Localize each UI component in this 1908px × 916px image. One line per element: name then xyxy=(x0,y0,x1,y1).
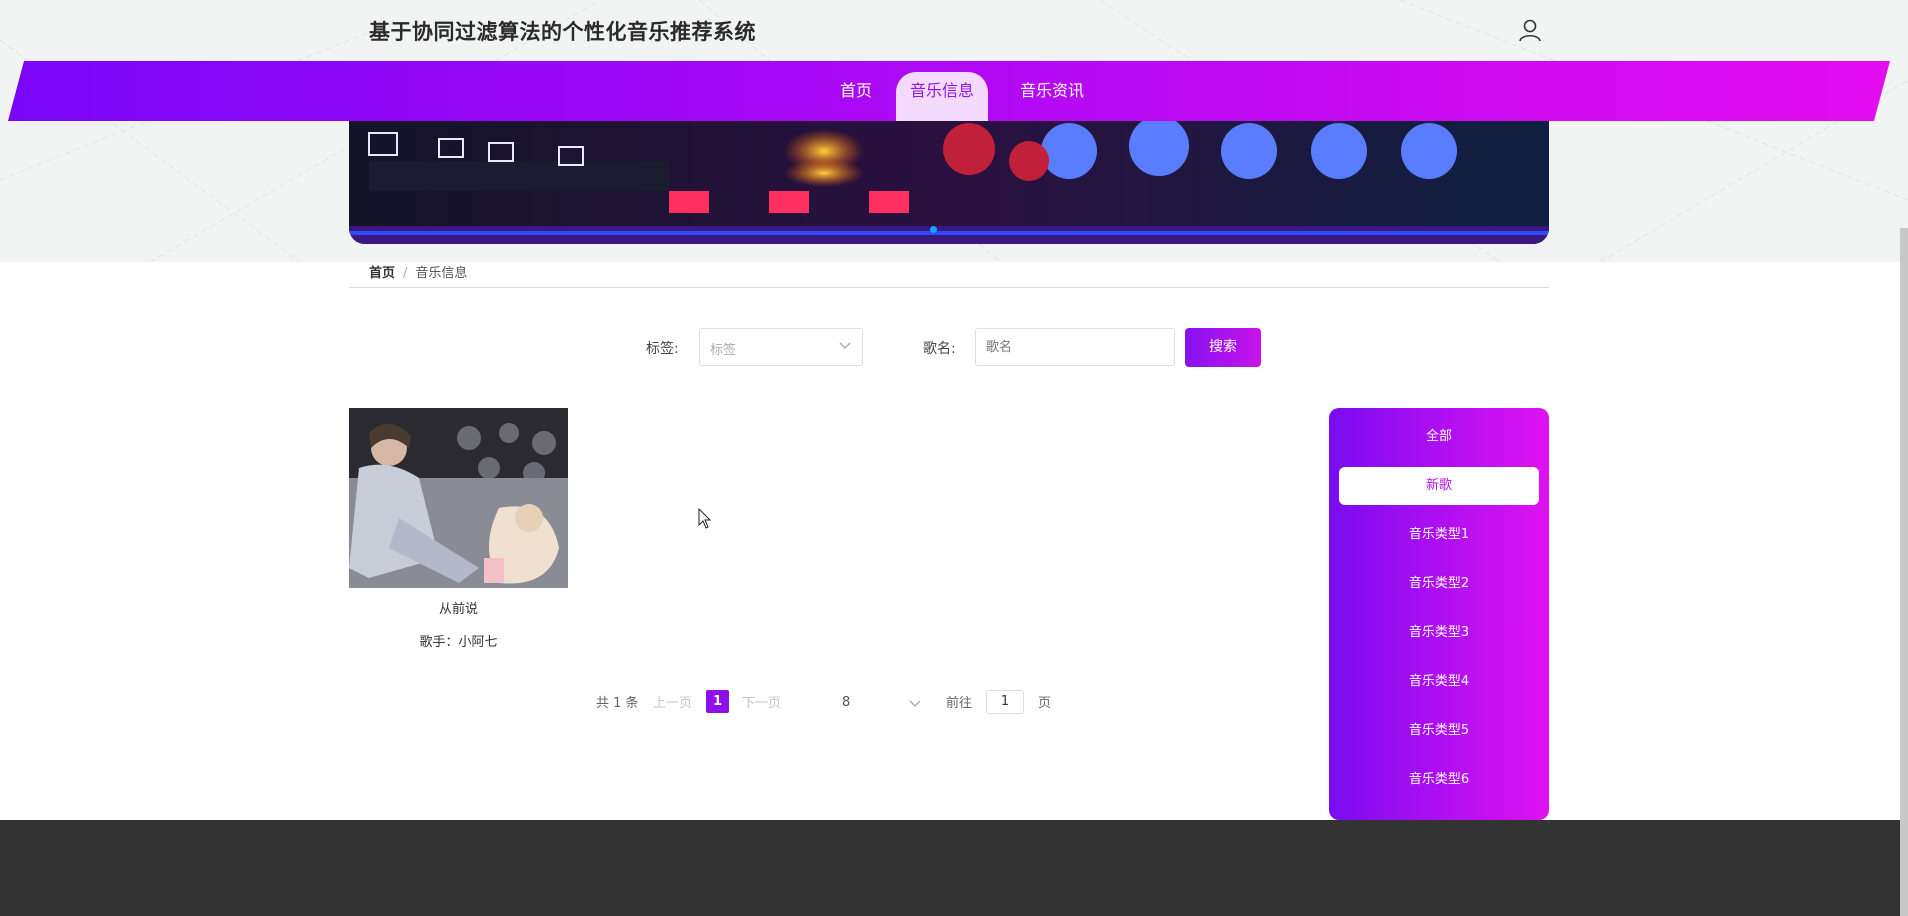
song-name-input[interactable] xyxy=(975,328,1175,366)
site-title: 基于协同过滤算法的个性化音乐推荐系统 xyxy=(369,20,756,44)
breadcrumb-current: 音乐信息 xyxy=(415,266,468,281)
page-size-value: 8 xyxy=(842,695,851,710)
category-type-1[interactable]: 音乐类型1 xyxy=(1339,516,1539,554)
breadcrumb-divider xyxy=(349,287,1549,288)
tag-select-placeholder: 标签 xyxy=(710,343,737,358)
tag-select[interactable]: 标签 xyxy=(699,328,863,366)
category-type-4[interactable]: 音乐类型4 xyxy=(1339,663,1539,701)
breadcrumb-separator: / xyxy=(403,266,408,281)
breadcrumb-home[interactable]: 首页 xyxy=(369,266,395,281)
song-name-label: 歌名: xyxy=(923,341,956,357)
main-nav: 首页 音乐信息 音乐资讯 xyxy=(8,61,1890,121)
carousel-indicator[interactable] xyxy=(930,226,937,233)
category-type-2[interactable]: 音乐类型2 xyxy=(1339,565,1539,603)
top-bar: 基于协同过滤算法的个性化音乐推荐系统 xyxy=(0,0,1908,62)
pagination-goto-input[interactable]: 1 xyxy=(986,690,1024,714)
banner-image xyxy=(349,121,1549,244)
pagination-goto-label: 前往 xyxy=(946,696,973,711)
song-card[interactable]: 从前说 歌手：小阿七 xyxy=(349,408,568,650)
song-singer: 歌手：小阿七 xyxy=(419,635,498,650)
pagination-prev[interactable]: 上一页 xyxy=(653,692,692,711)
tag-label: 标签: xyxy=(646,341,679,357)
page-size-select[interactable]: 8 xyxy=(832,690,922,716)
nav-item-home[interactable]: 首页 xyxy=(831,61,881,121)
category-sidebar: 全部 新歌 音乐类型1 音乐类型2 音乐类型3 音乐类型4 音乐类型5 音乐类型… xyxy=(1329,408,1549,820)
page-scrollbar[interactable] xyxy=(1900,228,1908,916)
breadcrumb: 首页 / 音乐信息 xyxy=(369,262,467,281)
category-type-3[interactable]: 音乐类型3 xyxy=(1339,614,1539,652)
user-icon[interactable] xyxy=(1517,17,1543,43)
nav-item-music-info[interactable]: 音乐信息 xyxy=(896,72,988,121)
song-cover-image[interactable] xyxy=(349,408,568,588)
category-type-6[interactable]: 音乐类型6 xyxy=(1339,761,1539,799)
footer xyxy=(0,820,1908,916)
pagination-total: 共 1 条 xyxy=(596,696,639,711)
category-type-5[interactable]: 音乐类型5 xyxy=(1339,712,1539,750)
banner-carousel[interactable] xyxy=(349,121,1549,244)
search-button[interactable]: 搜索 xyxy=(1185,328,1261,367)
nav-item-music-news[interactable]: 音乐资讯 xyxy=(1016,61,1088,121)
pagination-page-1[interactable]: 1 xyxy=(706,690,729,713)
chevron-down-icon xyxy=(909,700,921,707)
mouse-cursor-icon xyxy=(698,508,712,529)
category-all[interactable]: 全部 xyxy=(1339,418,1539,456)
song-name[interactable]: 从前说 xyxy=(349,598,568,617)
chevron-down-icon xyxy=(839,342,851,349)
pagination-next[interactable]: 下一页 xyxy=(742,692,781,711)
pagination-page-unit: 页 xyxy=(1038,696,1052,711)
category-new-songs[interactable]: 新歌 xyxy=(1339,467,1539,505)
